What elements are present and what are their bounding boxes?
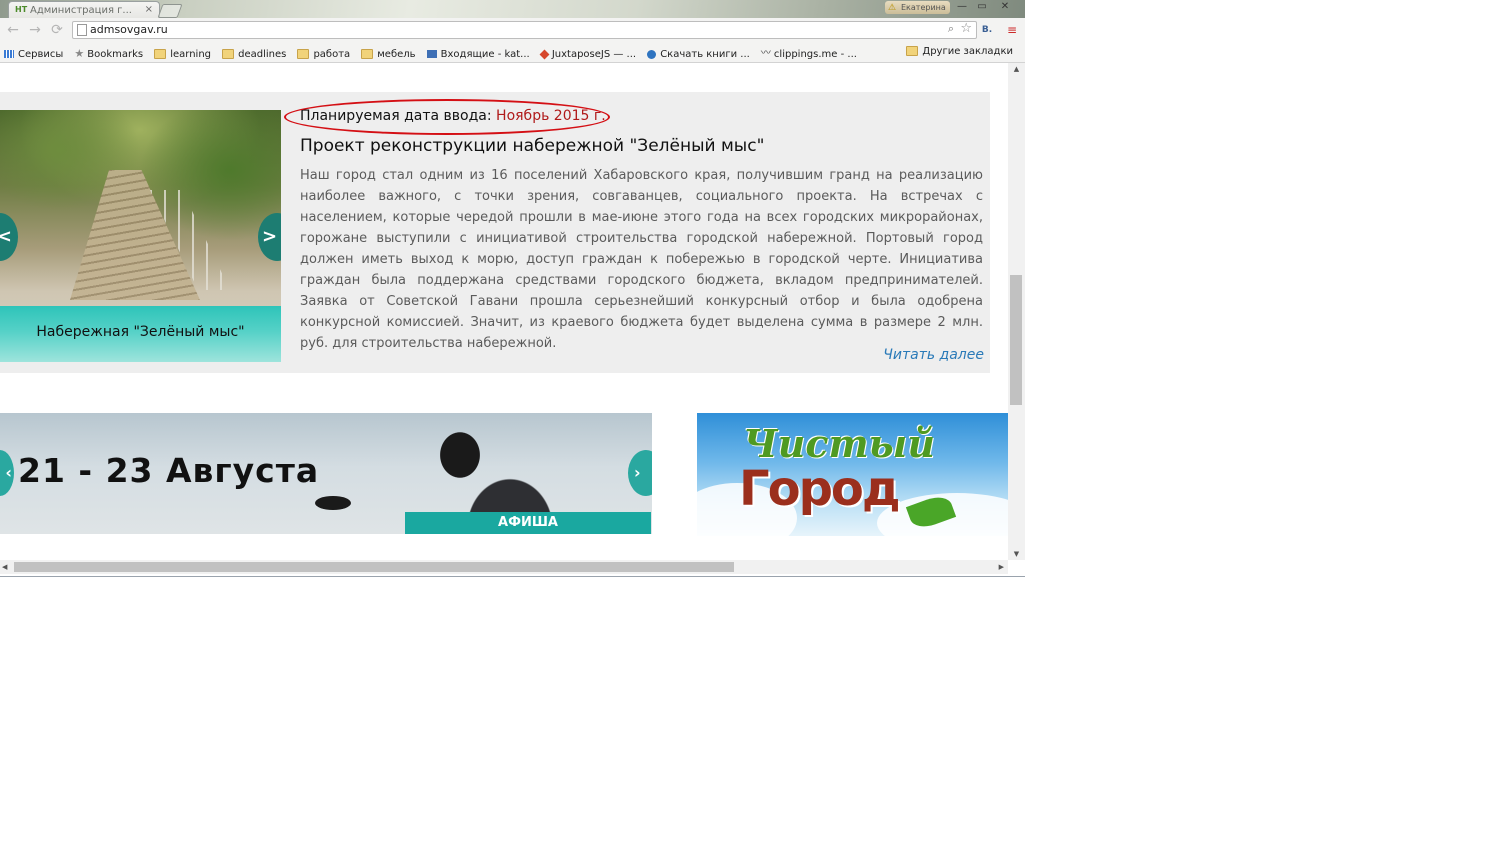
bookmark-books[interactable]: Скачать книги ... [647,45,750,62]
profile-name: Екатерина [901,3,946,12]
bookmark-label: Сервисы [18,49,64,60]
globe-icon [647,49,657,59]
close-window-button[interactable]: ✕ [995,0,1015,14]
news-content: Планируемая дата ввода: Ноябрь 2015 г. П… [300,106,983,354]
profile-button[interactable]: ⚠ Екатерина [885,1,950,14]
bookmark-label: работа [313,49,351,60]
title-bar: НТ Администрация г... × ⚠ Екатерина — ▭ ✕ [0,0,1025,19]
folder-icon [906,46,919,56]
bookmark-learning[interactable]: learning [154,45,212,62]
news-text: Наш город стал одним из 16 поселений Хаб… [300,168,983,351]
bookmark-label: мебель [377,49,416,60]
news-slider: Набережная "Зелёный мыс" < > [0,110,281,362]
bookmark-deadlines[interactable]: deadlines [222,45,287,62]
browser-tab[interactable]: НТ Администрация г... × [8,1,160,19]
maximize-button[interactable]: ▭ [972,0,992,14]
clean-city-title-line2: Город [739,461,901,517]
bookmark-label: Bookmarks [87,49,144,60]
bookmark-juxtapose[interactable]: JuxtaposeJS — ... [539,45,637,62]
clean-city-banner[interactable]: Чистый Город [697,413,1008,536]
news-block: Набережная "Зелёный мыс" < > Планируемая… [0,92,990,373]
forward-button[interactable]: → [26,21,44,39]
bookmarks-bar: Сервисы ★ Bookmarks learning deadlines ра… [0,42,1025,63]
vk-extension-icon[interactable]: В. [980,24,994,36]
back-button[interactable]: ← [4,21,22,39]
bookmark-star-icon[interactable]: ☆ [960,21,972,36]
tab-close-icon[interactable]: × [145,4,153,15]
motorcycle-mirror-image [315,496,351,510]
apps-grid-icon [4,50,14,58]
new-tab-button[interactable] [157,4,183,18]
bookmark-clippings[interactable]: 〰 clippings.me - ... [760,44,857,62]
bookmark-label: deadlines [238,49,287,60]
bookmark-rabota[interactable]: работа [297,45,351,62]
afisha-banner[interactable]: 21 - 23 Августа АФИША ‹ › [0,413,652,534]
browser-window: НТ Администрация г... × ⚠ Екатерина — ▭ ✕… [0,0,1025,577]
scroll-left-icon[interactable]: ◀ [2,560,7,574]
browser-toolbar: ← → ⟳ admsovgav.ru ⌕ ☆ В. ≡ [0,18,1025,42]
bookmark-label: Другие закладки [922,46,1013,57]
address-bar[interactable]: admsovgav.ru ⌕ ☆ [72,21,977,39]
bookmark-label: JuxtaposeJS — ... [551,49,637,60]
minimize-button[interactable]: — [952,0,972,14]
read-more-link[interactable]: Читать далее [883,347,984,363]
folder-icon [154,49,167,59]
bookmark-inbox[interactable]: Входящие - kat... [426,45,530,62]
scroll-down-icon[interactable]: ▼ [1008,550,1025,558]
browser-menu-icon[interactable]: ≡ [1006,24,1018,36]
vertical-scrollbar[interactable]: ▲ ▼ [1008,63,1025,560]
slider-caption: Набережная "Зелёный мыс" [36,324,245,340]
afisha-prev-button[interactable]: ‹ [0,450,14,496]
site-favicon-icon: НТ [15,5,28,14]
bookmark-label: Входящие - kat... [440,49,530,60]
bookmark-services[interactable]: Сервисы [4,45,64,62]
afisha-date: 21 - 23 Августа [18,451,320,490]
folder-icon [222,49,235,59]
tab-title: Администрация г... [30,5,132,16]
scroll-right-icon[interactable]: ▶ [999,560,1004,574]
bookmark-label: learning [170,49,212,60]
other-bookmarks[interactable]: Другие закладки [906,42,1013,62]
mail-icon [426,50,437,58]
folder-icon [361,49,374,59]
star-icon: ★ [74,47,85,60]
reload-button[interactable]: ⟳ [48,21,66,39]
wave-icon: 〰 [760,48,771,59]
page-viewport: Набережная "Зелёный мыс" < > Планируемая… [0,63,1008,560]
horizontal-scroll-thumb[interactable] [14,562,734,572]
vertical-scroll-thumb[interactable] [1010,275,1022,405]
afisha-next-button[interactable]: › [628,450,652,496]
bookmark-mebel[interactable]: мебель [361,45,416,62]
news-title[interactable]: Проект реконструкции набережной "Зелёный… [300,136,983,156]
afisha-label[interactable]: АФИША [405,512,651,534]
folder-icon [297,49,310,59]
page-icon [77,24,87,36]
bookmark-label: clippings.me - ... [773,49,857,60]
diamond-icon [539,49,550,59]
warning-icon: ⚠ [888,3,897,13]
bookmark-label: Скачать книги ... [660,49,750,60]
address-text[interactable]: admsovgav.ru [90,23,168,36]
zoom-icon[interactable]: ⌕ [948,22,954,36]
clean-city-title-line1: Чистый [743,421,935,466]
annotation-ellipse [284,99,610,135]
scroll-up-icon[interactable]: ▲ [1008,65,1025,73]
horizontal-scrollbar[interactable]: ◀ ▶ [0,560,1008,574]
bookmark-bookmarks[interactable]: ★ Bookmarks [74,44,144,62]
